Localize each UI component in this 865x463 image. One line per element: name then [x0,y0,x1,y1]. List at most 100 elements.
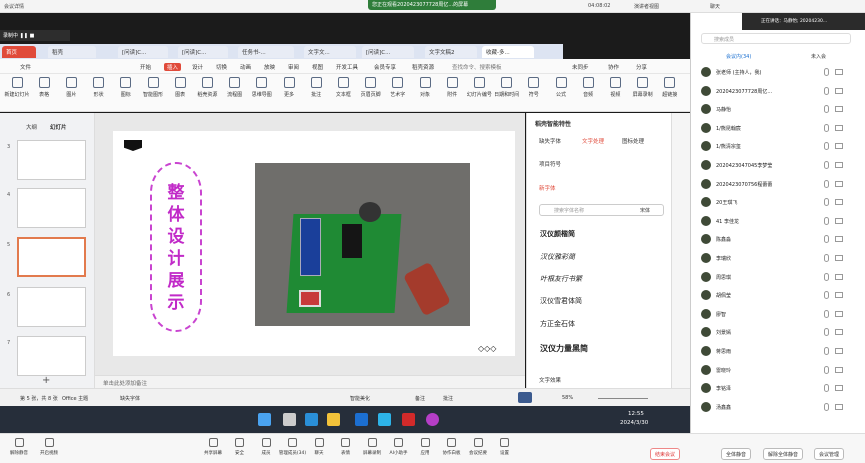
mute-all-button[interactable]: 全体静音 [721,448,752,460]
toolbar-tool[interactable]: 表格 [31,77,57,98]
tab-doc-5[interactable]: [问读]C... [362,46,414,58]
member-row[interactable]: 蒋思雨 [701,345,861,363]
mic-icon[interactable] [824,272,829,281]
meeting-center-button[interactable]: 共享屏幕 [198,438,228,456]
toolbar-tool[interactable]: 页眉页脚 [358,77,384,98]
section-text-effects[interactable]: 文字效果 [539,376,561,384]
camera-icon[interactable] [835,329,843,336]
zoom-slider[interactable] [598,398,648,399]
mic-icon[interactable] [824,291,829,300]
font-option[interactable]: 汉仪颜楷简 [540,229,575,239]
search-icon[interactable] [283,413,296,426]
menu-transition[interactable]: 切换 [216,63,227,71]
member-row[interactable]: 41 李佳龙 [701,215,861,233]
font-search-input[interactable]: 搜索字体名称 [554,207,584,214]
panel-tab-text[interactable]: 文字处理 [582,137,604,145]
meeting-center-button[interactable]: 成员 [251,438,281,456]
file-explorer-icon[interactable] [327,413,340,426]
tab-doc-3[interactable]: 任务书-... [238,46,294,58]
camera-icon[interactable] [835,366,843,373]
font-option[interactable]: 汉仪力量黑简 [540,343,588,354]
camera-icon[interactable] [835,348,843,354]
slide-title-vertical[interactable]: 整 体 设 计 展 示 [150,162,202,332]
meeting-center-button[interactable]: 协作白板 [437,438,467,456]
toolbar-tool[interactable]: 公式 [548,77,574,98]
toolbar-tool[interactable]: 附件 [439,77,465,98]
section-bullets[interactable]: 项目符号 [539,160,561,168]
member-row[interactable]: 马静怡 [701,103,861,121]
toolbar-tool[interactable]: 艺术字 [385,77,411,98]
toolbar-tool[interactable]: 视频 [602,77,628,98]
camera-icon[interactable] [835,273,843,280]
camera-icon[interactable] [835,236,843,243]
mic-icon[interactable] [824,235,829,244]
toolbar-tool[interactable]: 流程图 [222,77,248,98]
member-row[interactable]: 李铭泽 [701,382,861,400]
member-search-input[interactable]: 搜索成员 [714,36,734,43]
meeting-center-button[interactable]: 设置 [490,438,520,456]
mic-icon[interactable] [824,161,829,169]
menu-docer[interactable]: 稻壳资源 [412,63,434,71]
toolbar-tool[interactable]: 符号 [521,77,547,98]
mic-icon[interactable] [824,309,829,318]
member-row[interactable]: 李瑞欣 [701,252,861,270]
slide-thumbnail-4[interactable] [17,188,86,228]
menu-search[interactable]: 查找命令、搜索模板 [452,63,502,71]
meeting-center-button[interactable]: 屏幕录制 [357,438,387,456]
meeting-center-button[interactable]: AI小助手 [384,438,414,456]
speaker-view-toggle[interactable]: 演讲者视图 [634,3,659,10]
camera-icon[interactable] [835,310,843,317]
mic-icon[interactable] [824,198,829,207]
meeting-center-button[interactable]: 表情 [331,438,361,456]
slide-thumbnail-7[interactable] [17,336,86,376]
mic-icon[interactable] [824,86,829,95]
meeting-center-button[interactable]: 应用 [410,438,440,456]
meeting-center-button[interactable]: 会议纪要 [463,438,493,456]
toolbar-tool[interactable]: 图标 [113,77,139,98]
tab-in-meeting[interactable]: 会议内(34) [726,53,751,60]
media-icon[interactable] [426,413,439,426]
meeting-center-button[interactable]: 聊天 [304,438,334,456]
member-row[interactable]: 2020423047045李梦莹 [701,159,861,177]
mic-icon[interactable] [824,68,829,76]
member-row[interactable]: 2020423077728周亿... [701,85,861,103]
menu-insert[interactable]: 插入 [164,63,182,71]
toolbar-tool[interactable]: 图片 [58,77,84,98]
member-row[interactable]: 周思琪 [701,271,861,289]
mic-icon[interactable] [824,347,829,355]
member-row[interactable]: 廖智 [701,308,861,326]
toolbar-tool[interactable]: 日期和时间 [494,77,520,98]
member-search[interactable]: 搜索成员 [701,33,851,44]
panel-tab-missing-font[interactable]: 缺失字体 [539,137,561,145]
menu-slideshow[interactable]: 放映 [264,63,275,71]
meeting-app-icon[interactable] [355,413,368,426]
mic-icon[interactable] [824,365,829,374]
member-row[interactable]: 2020423070756程蕾蕾 [701,178,861,196]
meeting-manage-button[interactable]: 会议管理 [814,448,845,460]
tab-doc-1[interactable]: [问读]C... [118,46,168,58]
tab-not-joined[interactable]: 未入会 [811,53,826,60]
add-slide-icon[interactable]: + [42,375,50,386]
font-option[interactable]: 叶根友行书繁 [540,274,582,284]
camera-icon[interactable] [835,385,843,392]
font-search-box[interactable]: 搜索字体名称 宋体 [539,204,664,216]
slide-thumbnail-5[interactable] [17,237,86,277]
notes-toggle[interactable]: 备注 [415,395,425,402]
meeting-left-button[interactable]: 开启视频 [34,438,64,456]
mic-icon[interactable] [824,179,829,188]
section-new-fonts[interactable]: 新字体 [539,184,556,192]
mic-icon[interactable] [824,142,829,151]
toolbar-tool[interactable]: 屏幕录制 [630,77,656,98]
slide-thumbnail-3[interactable] [17,140,86,180]
member-row[interactable]: 1/熊昆翰宸 [701,122,861,140]
menu-member[interactable]: 会员专享 [374,63,396,71]
chat-label[interactable]: 聊天 [710,3,720,10]
tab-slides[interactable]: 幻灯片 [50,123,67,131]
toolbar-tool[interactable]: 思维导图 [249,77,275,98]
sync-status[interactable]: 未同步 [572,63,589,71]
toolbar-tool[interactable]: 文本框 [330,77,356,98]
tab-home[interactable]: 首页 [2,46,36,58]
windows-start-icon[interactable] [258,413,271,426]
edge-browser-icon[interactable] [305,413,318,426]
slide-thumbnail-6[interactable] [17,287,86,327]
